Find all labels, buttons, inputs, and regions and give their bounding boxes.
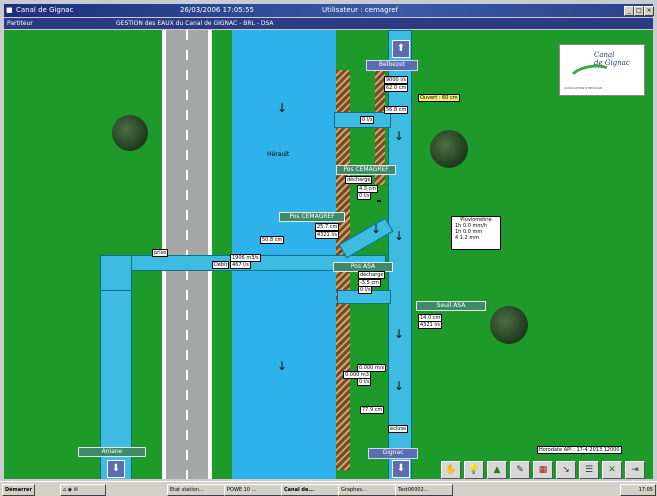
prise-label: prise xyxy=(152,249,169,257)
gate-status: Ouvert : 60 cm xyxy=(418,94,460,102)
taskbar-item[interactable]: Etat station... xyxy=(167,484,225,496)
river-label: Hérault xyxy=(267,151,290,158)
flow-arrow-icon: ↓ xyxy=(394,327,405,341)
taskbar-item[interactable]: POWE 10 ... xyxy=(224,484,282,496)
aniane-button[interactable]: Aniane xyxy=(78,447,146,457)
close-button[interactable]: × xyxy=(644,6,654,16)
cemagref2-flow: 4321 l/s xyxy=(315,231,339,239)
belbezet-flow: 9000 l/s xyxy=(384,76,408,84)
tree-icon xyxy=(430,130,468,168)
canal-synoptic-map: ↓ ↓ ↓ ↓ ↓ ↓ ↓ ⬆ Belbezet 9000 l/s 62.0 c… xyxy=(4,30,653,479)
flow-arrow-icon: ↓ xyxy=(394,129,405,143)
clock: 17:05 xyxy=(620,484,656,496)
logo-line3: ASSOCIATION SYNDICALE xyxy=(564,86,603,90)
flow-arrow-icon: ↓ xyxy=(394,229,405,243)
rainfall-panel: Pluviométrie 1h 0.0 mm/h 1h 0.0 mm 4 1.2… xyxy=(451,216,501,250)
asa-flow: 0 l/s xyxy=(358,286,373,294)
list-icon[interactable]: ☰ xyxy=(579,461,599,479)
quick-launch[interactable]: ⌂ ◉ ✉ xyxy=(60,484,106,496)
rainfall-period: 4 xyxy=(455,235,459,241)
logo-line2: de Gignac xyxy=(594,59,630,67)
camera-icon[interactable]: ✋ xyxy=(441,461,461,479)
user-label: Utilisateur : cemagref xyxy=(322,6,399,14)
taskbar-item[interactable]: Test06002... xyxy=(395,484,453,496)
tree-icon xyxy=(112,115,148,151)
taskbar: Démarrer ⌂ ◉ ✉ Etat station... POWE 10 .… xyxy=(0,481,657,496)
excel-icon[interactable]: ✕ xyxy=(602,461,622,479)
taskbar-item[interactable]: Canal de... xyxy=(281,484,339,496)
logo-line1: Canal xyxy=(594,51,615,59)
flow-arrow-icon: ↓ xyxy=(371,222,382,236)
menu-bar: Partiteur GESTION des EAUX du Canal de G… xyxy=(4,18,653,29)
minimize-button[interactable]: _ xyxy=(624,6,634,16)
canal-logo: Canal de Gignac ASSOCIATION SYNDICALE xyxy=(559,44,645,96)
pencil-icon[interactable]: ✎ xyxy=(510,461,530,479)
flow-value: 0 l/s xyxy=(360,116,375,124)
horodate-label: Horodate API : 17-4 2013 12000 xyxy=(537,446,622,454)
flow-arrow-icon: ↓ xyxy=(394,379,405,393)
downstream-arrow-button[interactable]: ⬇ xyxy=(392,460,410,478)
chart-icon[interactable]: ▦ xyxy=(533,461,553,479)
pos-cemagref-button[interactable]: Pos CEMAGREF xyxy=(336,165,396,175)
cemagref-flow: 0 l/s xyxy=(357,192,372,200)
exit-icon[interactable]: ⇥ xyxy=(625,461,645,479)
rainfall-value: 1.2 mm xyxy=(459,235,480,241)
prise-flow: 467 l/s xyxy=(230,261,251,269)
seuil-flow: 4321 l/s xyxy=(418,321,442,329)
tree-icon xyxy=(490,306,528,344)
belbezet-label[interactable]: Belbezet xyxy=(366,60,418,71)
ecluse-label: écluse xyxy=(388,425,409,433)
page-title: GESTION des EAUX du Canal de GIGNAC - BR… xyxy=(116,20,274,27)
window-title: Canal de Gignac xyxy=(16,6,74,14)
gignac-button[interactable]: Gignac xyxy=(368,448,418,459)
maximize-button[interactable]: □ xyxy=(634,6,644,16)
pos-cemagref-2-button[interactable]: Pos CEMAGREF xyxy=(279,212,345,222)
title-bar: ■ Canal de Gignac 26/03/2006 17:05:55 Ut… xyxy=(4,4,654,17)
cemagref2-level: 25.7 cm xyxy=(315,223,340,231)
main-canal xyxy=(388,30,412,479)
menu-partiteur[interactable]: Partiteur xyxy=(7,20,33,27)
taskbar-item[interactable]: Graphes... xyxy=(338,484,396,496)
decharge-label: décharge xyxy=(358,271,386,279)
flow-arrow-icon: ↓ xyxy=(277,101,288,115)
tool-icon[interactable]: ↘ xyxy=(556,461,576,479)
flow-value: 0 l/s xyxy=(357,378,372,386)
seuil-asa-button[interactable]: Seuil ASA xyxy=(416,301,486,311)
bulb-icon[interactable]: 💡 xyxy=(464,461,484,479)
level-value: 77.9 cm xyxy=(360,406,385,414)
gate-marker xyxy=(377,200,381,202)
triangle-icon[interactable]: ▲ xyxy=(487,461,507,479)
flow-arrow-icon: ↓ xyxy=(277,359,288,373)
decharge-label: décharge xyxy=(345,176,373,184)
upstream-arrow-button[interactable]: ⬆ xyxy=(392,40,410,58)
prise-prefix: Débit xyxy=(212,261,230,269)
start-button[interactable]: Démarrer xyxy=(2,484,35,496)
level-value: 56.8 cm xyxy=(384,106,409,114)
datetime: 26/03/2006 17:05:55 xyxy=(180,6,255,14)
level-value: 50.8 cm xyxy=(260,236,285,244)
belbezet-level: 62.0 cm xyxy=(384,84,409,92)
app-icon: ■ xyxy=(6,6,13,14)
downstream-arrow-button[interactable]: ⬇ xyxy=(107,460,125,478)
application-window: ■ Canal de Gignac 26/03/2006 17:05:55 Ut… xyxy=(0,0,657,496)
